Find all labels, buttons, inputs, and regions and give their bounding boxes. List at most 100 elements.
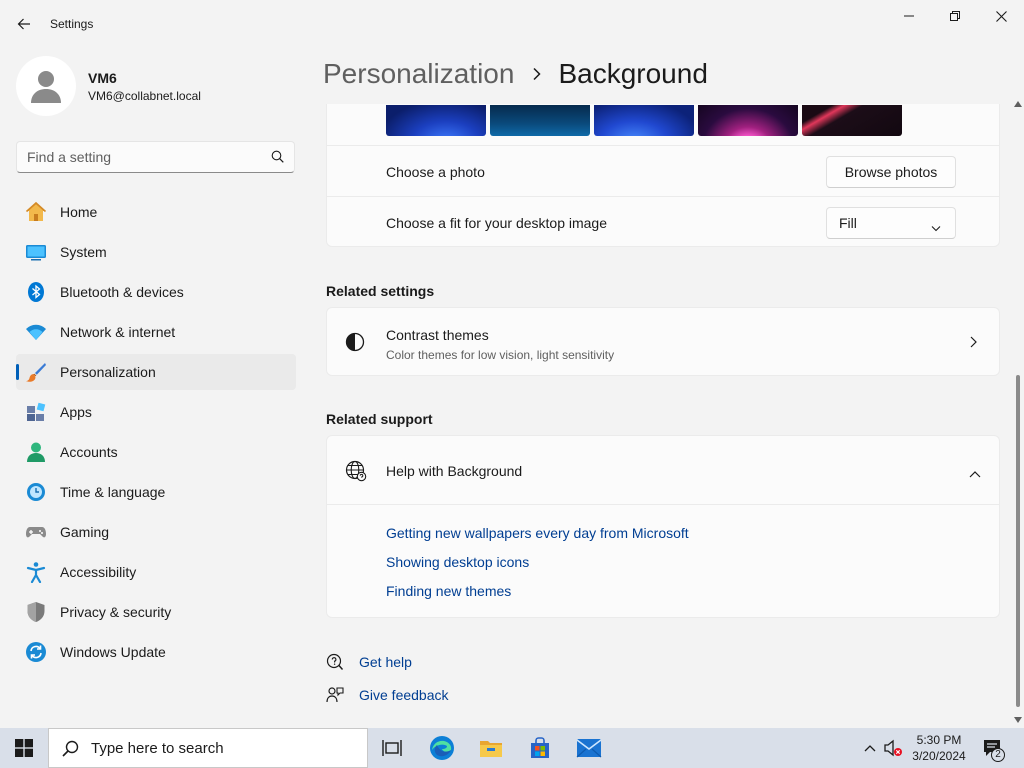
sidebar-item-accounts[interactable]: Accounts xyxy=(16,434,296,470)
sidebar-item-time-language[interactable]: Time & language xyxy=(16,474,296,510)
chevron-right-icon xyxy=(532,67,542,81)
get-help-label: Get help xyxy=(359,654,412,670)
home-icon xyxy=(25,201,47,223)
choose-photo-label: Choose a photo xyxy=(386,164,485,180)
help-link-desktop-icons[interactable]: Showing desktop icons xyxy=(386,554,529,570)
sidebar-item-windows-update[interactable]: Windows Update xyxy=(16,634,296,670)
start-button[interactable] xyxy=(0,728,48,768)
sidebar-item-network[interactable]: Network & internet xyxy=(16,314,296,350)
sidebar-item-label: Time & language xyxy=(60,484,166,500)
give-feedback-label: Give feedback xyxy=(359,687,449,703)
help-with-background-card: Help with Background Getting new wallpap… xyxy=(326,435,1000,618)
sidebar-item-apps[interactable]: Apps xyxy=(16,394,296,430)
search-icon[interactable] xyxy=(271,150,284,168)
desktop-fit-label: Choose a fit for your desktop image xyxy=(386,215,608,231)
taskbar-file-explorer[interactable] xyxy=(467,728,515,768)
contrast-themes-title: Contrast themes xyxy=(386,327,489,343)
page-title: Background xyxy=(558,58,708,89)
taskbar-store[interactable] xyxy=(516,728,564,768)
system-icon xyxy=(25,241,47,263)
sidebar-item-home[interactable]: Home xyxy=(16,194,296,230)
wallpaper-thumbnail[interactable] xyxy=(698,105,798,136)
get-help-link[interactable]: Get help xyxy=(326,652,412,672)
volume-button[interactable] xyxy=(882,728,904,768)
scrollbar-thumb[interactable] xyxy=(1016,375,1020,707)
windows-logo-icon xyxy=(15,739,33,757)
globe-help-icon xyxy=(345,460,367,487)
sidebar-item-label: Gaming xyxy=(60,524,110,540)
wallpaper-thumbnail[interactable] xyxy=(490,105,590,136)
scroll-up-icon[interactable] xyxy=(1014,100,1022,108)
help-with-background-header[interactable]: Help with Background xyxy=(327,436,999,504)
minimize-icon xyxy=(904,15,914,17)
divider xyxy=(327,196,999,197)
sidebar-item-personalization[interactable]: Personalization xyxy=(16,354,296,390)
task-view-icon xyxy=(382,740,402,756)
app-title: Settings xyxy=(50,17,94,31)
breadcrumb-parent[interactable]: Personalization xyxy=(323,58,514,90)
help-with-background-title: Help with Background xyxy=(386,463,523,479)
taskbar-search-box[interactable]: Type here to search xyxy=(48,728,368,768)
help-link-new-wallpapers[interactable]: Getting new wallpapers every day from Mi… xyxy=(386,525,689,541)
user-email: VM6@collabnet.local xyxy=(88,88,201,103)
taskbar-search-placeholder: Type here to search xyxy=(91,739,224,757)
help-link-new-themes[interactable]: Finding new themes xyxy=(386,583,511,599)
chevron-up-icon xyxy=(969,465,981,483)
sidebar-item-label: Home xyxy=(60,204,98,220)
content-area: Choose a photo Browse photos Choose a fi… xyxy=(326,104,1000,726)
person-icon xyxy=(31,71,61,103)
window-controls xyxy=(886,0,1024,32)
related-settings-heading: Related settings xyxy=(326,283,435,299)
mail-icon xyxy=(576,739,602,758)
notifications-button[interactable]: 2 xyxy=(978,728,1008,768)
sidebar-item-bluetooth[interactable]: Bluetooth & devices xyxy=(16,274,296,310)
brush-icon xyxy=(25,361,47,383)
back-button[interactable] xyxy=(10,10,38,38)
minimize-button[interactable] xyxy=(886,0,932,32)
sidebar-item-accessibility[interactable]: Accessibility xyxy=(16,554,296,590)
task-view-button[interactable] xyxy=(368,728,416,768)
main-scrollbar[interactable] xyxy=(1013,100,1023,727)
sidebar-item-label: Accessibility xyxy=(60,564,137,580)
sidebar-item-label: Apps xyxy=(60,404,92,420)
sidebar-item-label: Network & internet xyxy=(60,324,176,340)
accounts-icon xyxy=(25,441,47,463)
taskbar-mail[interactable] xyxy=(565,728,613,768)
get-help-icon xyxy=(326,653,344,671)
title-bar: Settings xyxy=(0,0,1024,48)
browse-photos-button[interactable]: Browse photos xyxy=(826,156,956,188)
sidebar-item-label: Privacy & security xyxy=(60,604,172,620)
sidebar-item-privacy-security[interactable]: Privacy & security xyxy=(16,594,296,630)
edge-icon xyxy=(430,736,454,760)
apps-icon xyxy=(25,401,47,423)
chevron-down-icon xyxy=(931,219,941,235)
scroll-down-icon[interactable] xyxy=(1014,716,1022,724)
user-info: VM6 VM6@collabnet.local xyxy=(88,70,201,103)
fit-dropdown-value: Fill xyxy=(839,215,857,231)
taskbar: Type here to search 5:30 PM 3/20/2024 2 xyxy=(0,728,1024,768)
settings-search-box xyxy=(16,141,295,173)
taskbar-edge[interactable] xyxy=(418,728,466,768)
divider xyxy=(327,145,999,146)
chevron-up-icon xyxy=(864,745,876,752)
sidebar-item-system[interactable]: System xyxy=(16,234,296,270)
recent-images xyxy=(386,105,906,136)
sidebar-item-gaming[interactable]: Gaming xyxy=(16,514,296,550)
system-clock[interactable]: 5:30 PM 3/20/2024 xyxy=(906,732,972,764)
fit-dropdown[interactable]: Fill xyxy=(826,207,956,239)
sidebar-item-label: Personalization xyxy=(60,364,156,380)
user-profile[interactable]: VM6 VM6@collabnet.local xyxy=(16,56,201,116)
contrast-themes-card[interactable]: Contrast themes Color themes for low vis… xyxy=(326,307,1000,376)
wallpaper-thumbnail[interactable] xyxy=(802,105,902,136)
sidebar-item-label: Windows Update xyxy=(60,644,166,660)
contrast-icon xyxy=(345,332,365,357)
settings-search-input[interactable] xyxy=(17,142,257,172)
close-button[interactable] xyxy=(978,0,1024,32)
show-hidden-icons-button[interactable] xyxy=(860,728,880,768)
wallpaper-thumbnail[interactable] xyxy=(386,105,486,136)
breadcrumb: Personalization Background xyxy=(323,58,708,90)
wallpaper-thumbnail[interactable] xyxy=(594,105,694,136)
give-feedback-link[interactable]: Give feedback xyxy=(326,685,449,705)
avatar xyxy=(16,56,76,116)
maximize-button[interactable] xyxy=(932,0,978,32)
